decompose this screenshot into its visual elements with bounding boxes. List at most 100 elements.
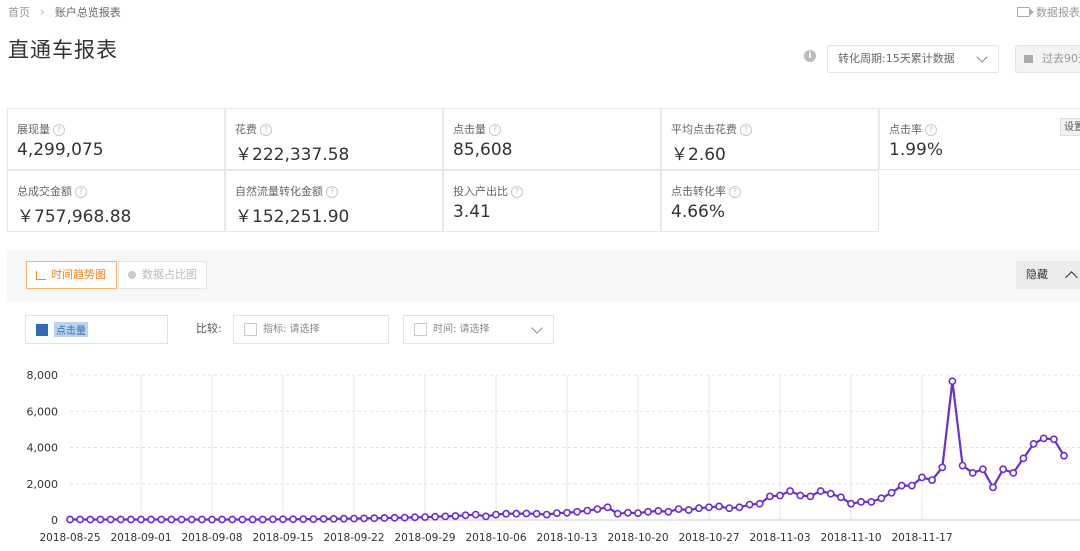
- hide-chart-button[interactable]: 隐藏: [1016, 261, 1080, 289]
- metric-label: 自然流量转化金额: [235, 185, 323, 198]
- metric-selector[interactable]: 点击量: [25, 315, 168, 344]
- metric-clicks: 点击量? 85,608: [443, 108, 661, 170]
- help-icon[interactable]: ?: [326, 186, 338, 198]
- help-icon[interactable]: ?: [489, 124, 501, 136]
- data-point: [299, 515, 308, 523]
- data-point: [76, 515, 84, 524]
- data-point: [634, 509, 642, 517]
- data-point: [532, 509, 541, 518]
- data-point: [1029, 440, 1038, 448]
- metric-value: ￥2.60: [671, 145, 726, 165]
- data-point: [380, 514, 389, 522]
- help-icon[interactable]: ?: [75, 186, 87, 198]
- data-point: [370, 514, 379, 523]
- metric-roi: 投入产出比? 3.41: [443, 170, 661, 232]
- data-point: [177, 515, 186, 524]
- data-point: [644, 507, 652, 516]
- data-point: [319, 514, 328, 523]
- data-point: [776, 491, 784, 500]
- y-tick-label: 8,000: [27, 369, 59, 382]
- compare-time-placeholder: 时间: 请选择: [433, 324, 490, 335]
- data-point: [654, 506, 663, 515]
- metric-total-gmv: 总成交金额? ￥757,968.88: [7, 170, 225, 232]
- metric-value: 85,608: [453, 140, 513, 160]
- settings-button[interactable]: 设置: [1060, 118, 1080, 136]
- x-tick-label: 2018-11-03: [749, 532, 810, 543]
- help-icon[interactable]: ?: [511, 186, 523, 198]
- metric-value: 3.41: [453, 202, 491, 222]
- data-point: [684, 506, 693, 514]
- breadcrumb-home[interactable]: 首页: [8, 4, 30, 20]
- data-point: [167, 515, 176, 524]
- compare-time-select[interactable]: 时间: 请选择: [403, 315, 554, 344]
- data-point: [116, 515, 125, 524]
- data-point: [938, 463, 947, 472]
- breadcrumb-current: 账户总览报表: [54, 6, 121, 19]
- data-point: [400, 513, 409, 522]
- chevron-down-icon: [531, 322, 543, 334]
- data-point: [968, 469, 977, 477]
- tab-label: 时间趋势图: [51, 268, 106, 281]
- x-tick-label: 2018-11-10: [820, 532, 881, 543]
- data-point: [664, 507, 673, 516]
- metric-label: 平均点击花费: [671, 123, 737, 136]
- chevron-up-icon: [1065, 271, 1078, 284]
- help-icon[interactable]: ?: [740, 124, 752, 136]
- data-point: [979, 465, 987, 474]
- metric-label: 总成交金额: [17, 185, 72, 198]
- metric-ctr: 点击率? 1.99%: [879, 108, 1080, 170]
- y-tick-label: 6,000: [27, 405, 59, 418]
- x-tick-label: 2018-09-08: [181, 532, 242, 543]
- metric-impressions: 展现量? 4,299,075: [7, 108, 225, 170]
- data-point: [360, 514, 368, 523]
- y-tick-label: 2,000: [27, 478, 59, 491]
- metric-cvr: 点击转化率? 4.66%: [661, 170, 879, 232]
- data-point: [86, 515, 95, 524]
- data-point: [451, 512, 460, 520]
- data-point: [268, 515, 277, 524]
- data-point: [1060, 451, 1068, 460]
- hide-label: 隐藏: [1026, 268, 1048, 281]
- data-point: [431, 512, 439, 521]
- series-color-swatch: [36, 324, 48, 336]
- metric-label: 点击量: [453, 123, 486, 136]
- line-chart-icon: [36, 270, 46, 280]
- date-range-button[interactable]: 过去90天: [1015, 45, 1080, 73]
- video-icon: [1017, 7, 1034, 17]
- tab-data-share[interactable]: 数据占比图: [118, 261, 207, 289]
- tab-label: 数据占比图: [142, 268, 197, 281]
- data-point: [816, 487, 825, 495]
- data-report-link[interactable]: 数据报表: [1017, 4, 1080, 20]
- tab-time-trend[interactable]: 时间趋势图: [26, 261, 117, 289]
- data-point: [867, 497, 876, 506]
- help-icon[interactable]: ?: [925, 124, 937, 136]
- calendar-icon: [1024, 55, 1033, 63]
- help-icon[interactable]: ?: [260, 124, 272, 136]
- data-point: [918, 473, 926, 482]
- x-tick-label: 2018-09-01: [110, 532, 171, 543]
- metric-label: 花费: [235, 123, 257, 136]
- metric-label: 点击转化率: [671, 185, 726, 198]
- data-point: [857, 497, 865, 506]
- date-range-label: 过去90天: [1042, 52, 1080, 65]
- data-point: [147, 515, 155, 524]
- chevron-right-icon: ›: [40, 5, 45, 19]
- data-point: [735, 503, 744, 512]
- data-point: [745, 500, 754, 509]
- help-icon[interactable]: ?: [53, 124, 65, 136]
- help-icon[interactable]: ?: [729, 186, 741, 198]
- compare-metric-checkbox[interactable]: [244, 323, 257, 336]
- data-point: [837, 493, 845, 502]
- info-icon[interactable]: i: [804, 50, 816, 62]
- data-point: [410, 513, 419, 522]
- data-point: [674, 505, 683, 513]
- data-point: [471, 510, 480, 519]
- compare-metric-select[interactable]: 指标: 请选择: [233, 315, 389, 344]
- compare-time-checkbox[interactable]: [414, 323, 427, 336]
- metric-value: 4,299,075: [17, 140, 104, 160]
- trend-line-chart: 0 2,000 4,000 6,000 8,000 2018-08-25 2018-09-0…: [27, 369, 1080, 543]
- conversion-period-select[interactable]: 转化周期:15天累计数据: [827, 45, 999, 73]
- chevron-down-icon: [976, 51, 988, 63]
- data-point: [715, 502, 723, 511]
- data-point: [928, 476, 936, 484]
